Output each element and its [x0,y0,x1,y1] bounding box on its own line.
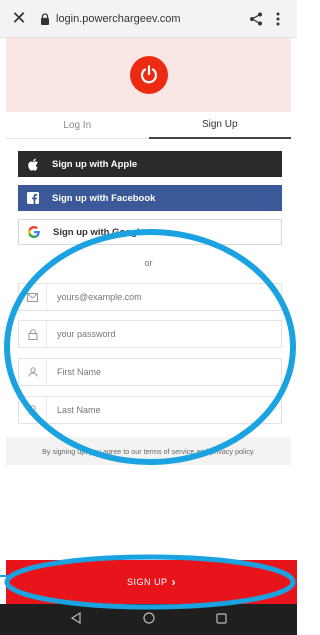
recents-icon[interactable] [216,611,227,629]
email-input[interactable] [47,283,281,311]
or-divider: or [144,258,153,268]
back-icon[interactable] [70,611,82,629]
more-options-icon[interactable] [267,12,289,26]
close-icon[interactable]: ✕ [8,8,30,29]
chevron-right-icon: › [171,575,176,589]
lock-icon [19,321,47,347]
envelope-icon [19,284,47,310]
tab-sign-up[interactable]: Sign Up [148,112,291,139]
apple-signup-button[interactable]: Sign up with Apple [18,151,282,177]
tab-log-in[interactable]: Log In [6,112,149,139]
user-icon [19,397,47,423]
url-text[interactable]: login.powerchargeev.com [56,13,245,25]
sign-up-label: SIGN UP [126,577,168,587]
facebook-signup-button[interactable]: Sign up with Facebook [18,185,282,211]
facebook-signup-label: Sign up with Facebook [52,192,156,204]
brand-header [6,38,291,112]
password-field[interactable] [18,320,282,348]
share-icon[interactable] [245,12,267,26]
terms-text[interactable]: By signing up, you agree to our terms of… [6,437,291,465]
power-icon [129,56,168,94]
last-name-field[interactable] [18,396,282,424]
first-name-input[interactable] [47,358,281,386]
browser-toolbar: ✕ login.powerchargeev.com [0,0,297,38]
last-name-input[interactable] [47,396,281,424]
home-icon[interactable] [143,611,155,629]
email-field[interactable] [18,283,282,311]
password-input[interactable] [47,320,281,348]
sign-up-button[interactable]: SIGN UP › [6,560,297,604]
auth-tabs: Log In Sign Up [6,112,291,139]
apple-signup-label: Sign up with Apple [52,158,138,170]
lock-icon [38,12,52,26]
apple-icon [18,158,48,171]
google-icon [19,226,49,238]
first-name-field[interactable] [18,358,282,386]
system-nav-bar [0,604,297,635]
user-icon [19,359,47,385]
facebook-icon [18,192,48,204]
google-signup-label: Sign up with Google [53,226,145,238]
google-signup-button[interactable]: Sign up with Google [18,219,282,245]
